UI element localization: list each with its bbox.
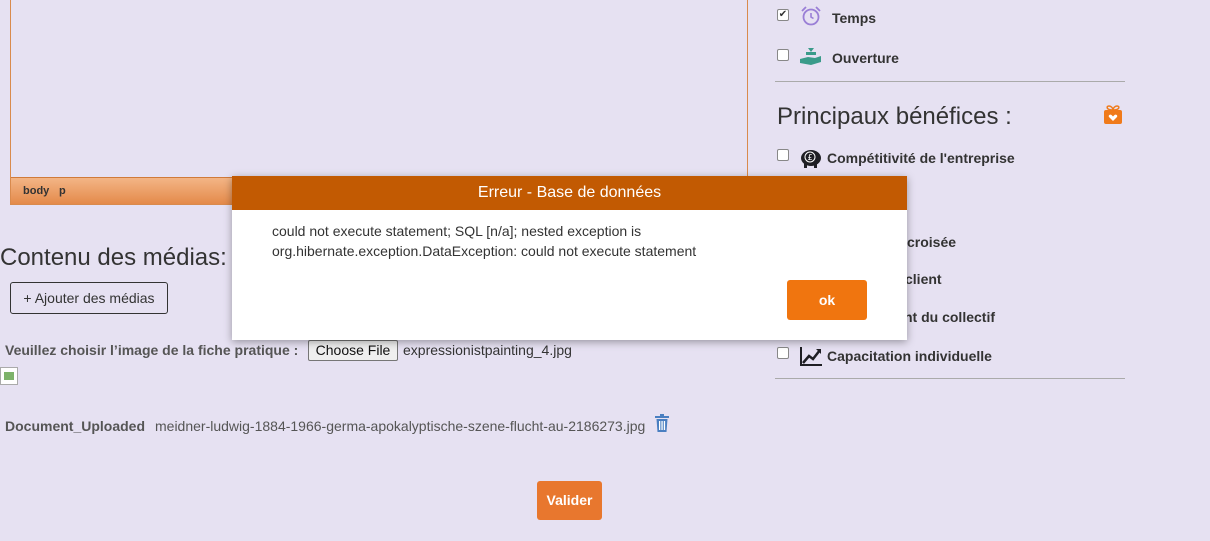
checkbox-capacitation[interactable]	[777, 347, 789, 359]
image-input-label: Veuillez choisir l’image de la fiche pra…	[5, 342, 299, 358]
dialog-message: could not execute statement; SQL [n/a]; …	[272, 223, 697, 259]
item-label-competitivite: Compétitivité de l'entreprise	[827, 150, 1015, 166]
benefits-title: Principaux bénéfices :	[777, 103, 1012, 130]
dialog-title: Erreur - Base de données	[232, 176, 907, 210]
item-label-croisee: croisée	[907, 234, 957, 250]
document-label: Document_Uploaded	[5, 418, 146, 434]
item-label-client: client	[905, 271, 942, 287]
ok-button[interactable]: ok	[787, 280, 867, 320]
media-section-title: Contenu des médias:	[0, 244, 227, 271]
rich-text-editor[interactable]: body p	[10, 0, 748, 205]
chosen-file-name: expressionistpainting_4.jpg	[403, 342, 572, 358]
divider	[775, 378, 1125, 379]
divider	[775, 81, 1125, 82]
hand-holding-icon	[800, 48, 821, 65]
submit-button[interactable]: Valider	[537, 481, 602, 520]
trash-icon[interactable]	[654, 414, 670, 432]
checkbox-competitivite[interactable]	[777, 149, 789, 161]
trend-chart-icon	[800, 347, 822, 366]
document-name: meidner-ludwig-1884-1966-germa-apokalypt…	[155, 418, 646, 434]
item-label-capacitation: Capacitation individuelle	[827, 348, 992, 364]
add-media-button[interactable]: + Ajouter des médias	[10, 282, 168, 314]
svg-text:£: £	[807, 153, 812, 162]
choose-file-button[interactable]: Choose File	[308, 340, 398, 361]
item-label-temps: Temps	[832, 10, 877, 26]
alarm-clock-icon	[801, 6, 821, 26]
piggy-bank-icon: £	[801, 150, 821, 168]
checkbox-temps[interactable]: ✔	[777, 9, 789, 21]
gift-icon	[1104, 105, 1122, 124]
item-label-collectif: nt du collectif	[904, 309, 995, 325]
error-dialog: Erreur - Base de données could not execu…	[232, 176, 907, 340]
item-label-ouverture: Ouverture	[832, 50, 899, 66]
path-p[interactable]: p	[59, 185, 66, 197]
checkbox-ouverture[interactable]	[777, 49, 789, 61]
image-preview	[0, 367, 18, 385]
path-body[interactable]: body	[23, 185, 49, 197]
